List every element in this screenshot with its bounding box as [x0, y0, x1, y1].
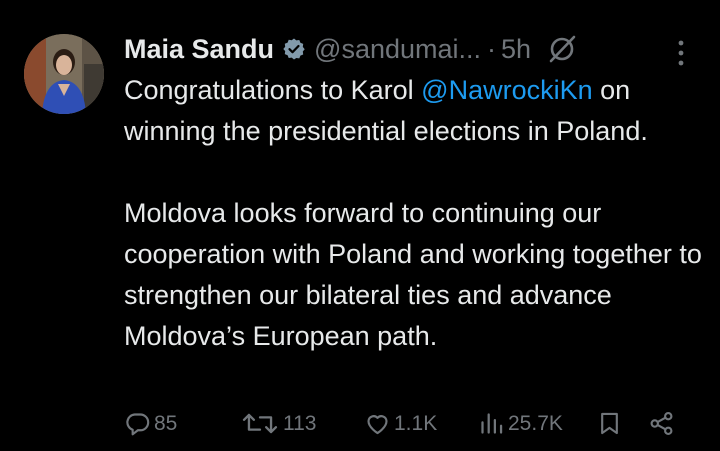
- tweet-paragraph-2: Moldova looks forward to continuing our …: [124, 198, 702, 351]
- like-count: 1.1K: [394, 411, 438, 435]
- repost-icon: [242, 413, 278, 434]
- like-icon: [367, 415, 388, 435]
- repost-count: 113: [283, 411, 317, 435]
- repost-button[interactable]: 113: [240, 410, 316, 437]
- tweet-header: Maia Sandu @sandumai... · 5h: [124, 30, 700, 68]
- grok-icon[interactable]: [547, 34, 577, 64]
- views-icon: [481, 413, 503, 434]
- text-before-mention: Congratulations to Karol: [124, 75, 422, 105]
- reply-button[interactable]: 85: [124, 410, 177, 437]
- views-count: 25.7K: [508, 411, 563, 435]
- reply-count: 85: [154, 411, 178, 435]
- views-button[interactable]: 25.7K: [478, 410, 563, 437]
- avatar[interactable]: [24, 34, 104, 114]
- share-icon: [650, 411, 673, 436]
- reply-icon: [126, 413, 150, 436]
- tweet-time[interactable]: 5h: [501, 34, 531, 65]
- action-bar: 85 113 1.1K 25.7K: [124, 402, 704, 442]
- author-handle[interactable]: @sandumai...: [314, 34, 481, 65]
- like-button[interactable]: 1.1K: [364, 410, 437, 437]
- tweet-paragraph-1: Congratulations to Karol @NawrockiKn on …: [124, 70, 704, 152]
- tweet-text: Congratulations to Karol @NawrockiKn on …: [124, 70, 704, 357]
- avatar-image: [24, 34, 104, 114]
- share-button[interactable]: [648, 410, 675, 437]
- mention-link[interactable]: @NawrockiKn: [421, 75, 592, 105]
- bookmark-button[interactable]: [596, 410, 623, 437]
- verified-badge-icon: [282, 37, 306, 61]
- separator-dot: ·: [487, 33, 497, 64]
- bookmark-icon: [601, 412, 618, 435]
- author-name[interactable]: Maia Sandu: [124, 34, 274, 65]
- more-icon[interactable]: [676, 38, 686, 68]
